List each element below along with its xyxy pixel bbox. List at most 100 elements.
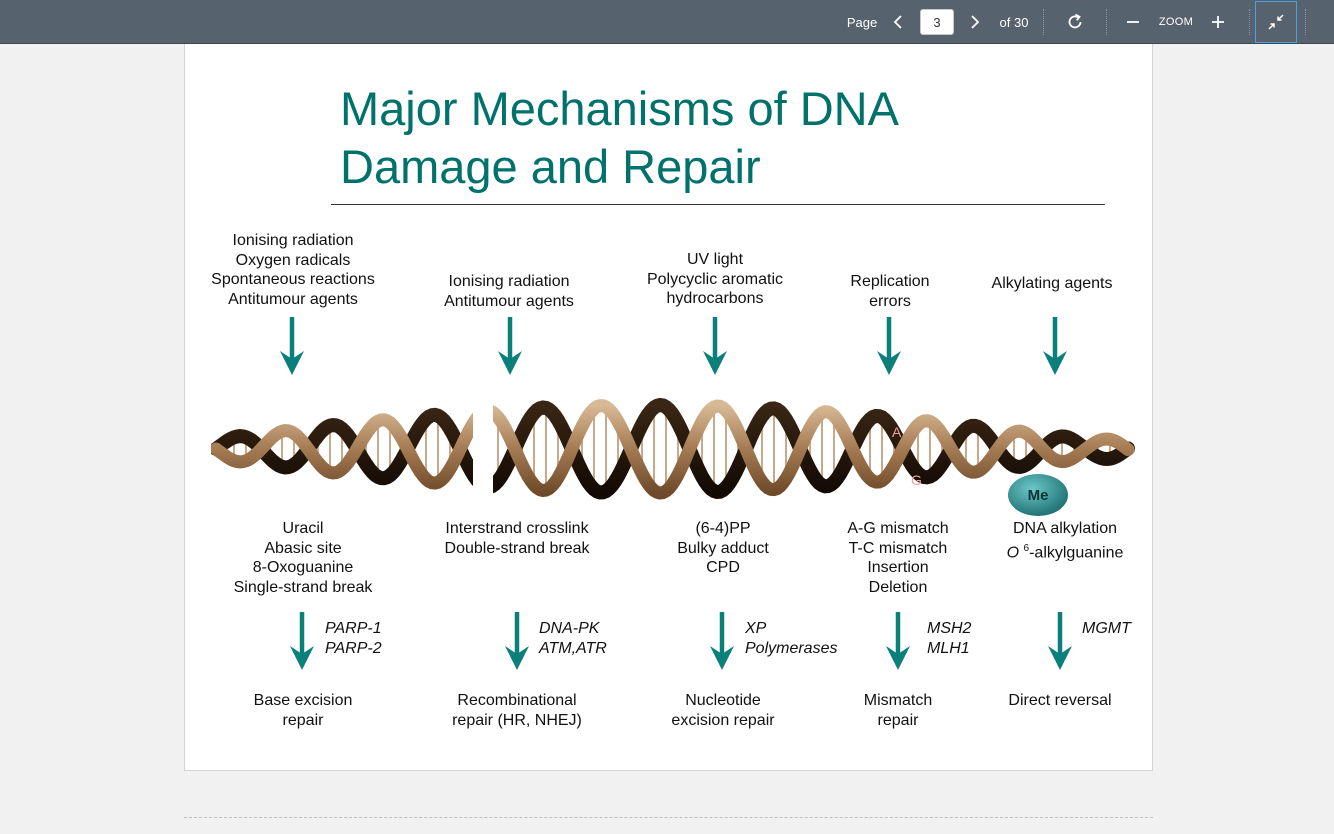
- agent-text: Ionising radiation: [232, 232, 354, 249]
- enzyme-text: Polymerases: [745, 639, 838, 657]
- agents-col-4: Replication errors: [810, 272, 970, 311]
- strand-break-gap: [473, 379, 493, 529]
- pathway-text: Mismatch: [863, 692, 933, 709]
- lesion-text: Single-strand break: [233, 578, 373, 596]
- agent-text: errors: [869, 292, 911, 310]
- base-label-a: A: [892, 424, 902, 440]
- lesion-text: Abasic site: [264, 539, 342, 557]
- pathway-text: repair: [877, 711, 919, 729]
- arrow-down-icon: [505, 612, 529, 670]
- lesion-text: 8-Oxoguanine: [252, 559, 354, 576]
- agents-col-3: UV light Polycyclic aromatic hydrocarbon…: [615, 250, 815, 309]
- enzymes-col-5: MGMT: [1082, 619, 1131, 639]
- slide-title-line-2: Damage and Repair: [340, 140, 761, 193]
- lesion-text: T-C mismatch: [848, 539, 948, 557]
- agent-text: Alkylating agents: [991, 275, 1113, 292]
- pathway-col-3: Nucleotide excision repair: [623, 691, 823, 730]
- agents-col-2: Ionising radiation Antitumour agents: [409, 272, 609, 311]
- pathway-col-2: Recombinational repair (HR, NHEJ): [417, 691, 617, 730]
- enzymes-col-4: MSH2 MLH1: [927, 619, 971, 658]
- page-total: of 30: [999, 14, 1029, 30]
- previous-page-button[interactable]: [887, 0, 909, 44]
- agent-text: Antitumour agents: [228, 290, 358, 308]
- document-page: Major Mechanisms of DNA Damage and Repai…: [184, 44, 1153, 771]
- arrow-down-icon: [886, 612, 910, 670]
- lesion-text: (6-4)PP: [695, 520, 751, 537]
- arrow-down-icon: [290, 612, 314, 670]
- pathway-text: excision repair: [671, 711, 775, 729]
- lesion-text: Interstrand crosslink: [445, 520, 589, 537]
- agent-text: Replication: [850, 273, 930, 290]
- lesion-text: Deletion: [868, 578, 928, 596]
- lesion-text: Double-strand break: [444, 539, 590, 557]
- arrow-down-icon: [710, 612, 734, 670]
- page-label: Page: [846, 14, 878, 30]
- lesions-col-1: Uracil Abasic site 8-Oxoguanine Single-s…: [203, 519, 403, 597]
- next-page-button[interactable]: [964, 0, 986, 44]
- slide-title-line-1: Major Mechanisms of DNA: [340, 82, 899, 135]
- lesion-text: A-G mismatch: [847, 520, 949, 537]
- enzymes-col-1: PARP-1 PARP-2: [325, 619, 382, 658]
- zoom-out-button[interactable]: [1122, 0, 1144, 44]
- arrow-down-icon: [877, 317, 901, 375]
- pathway-text: repair (HR, NHEJ): [452, 711, 582, 729]
- viewer-toolbar: Page of 30 ZOOM: [0, 0, 1334, 44]
- agent-text: Ionising radiation: [448, 273, 570, 290]
- agent-text: hydrocarbons: [666, 290, 764, 307]
- lesions-col-5: DNA alkylation O 6-alkylguanine: [980, 519, 1150, 562]
- exit-fullscreen-icon: [1268, 14, 1284, 30]
- page-number-input[interactable]: [920, 9, 954, 35]
- minus-icon: [1127, 21, 1139, 23]
- lesion-text: DNA alkylation: [1012, 520, 1118, 537]
- lesion-text-o6: -alkylguanine: [1029, 543, 1124, 561]
- enzyme-text: MLH1: [927, 639, 970, 657]
- enzymes-col-3: XP Polymerases: [745, 619, 837, 658]
- toolbar-divider: [1043, 9, 1044, 35]
- lesion-text: Bulky adduct: [677, 539, 769, 557]
- lesions-col-2: Interstrand crosslink Double-strand brea…: [417, 519, 617, 558]
- toolbar-divider: [1249, 9, 1250, 35]
- enzyme-text: PARP-1: [325, 620, 382, 637]
- exit-fullscreen-button[interactable]: [1255, 1, 1297, 43]
- enzyme-text: PARP-2: [325, 639, 382, 657]
- zoom-label: ZOOM: [1158, 16, 1194, 28]
- arrow-down-icon: [1048, 612, 1072, 670]
- arrow-down-icon: [703, 317, 727, 375]
- methyl-label: Me: [1028, 487, 1049, 504]
- dna-helix-illustration: A G Me: [211, 379, 1135, 529]
- pathway-text: Base excision: [253, 692, 353, 709]
- arrow-down-icon: [1043, 317, 1067, 375]
- pathway-col-4: Mismatch repair: [818, 691, 978, 730]
- enzyme-text: XP: [745, 620, 767, 637]
- slide-title: Major Mechanisms of DNA Damage and Repai…: [340, 80, 1040, 196]
- arrow-down-icon: [280, 317, 304, 375]
- chevron-right-icon: [971, 15, 980, 29]
- agent-text: Antitumour agents: [444, 292, 574, 310]
- agent-text: Polycyclic aromatic: [646, 270, 784, 288]
- pathway-col-5: Direct reversal: [980, 691, 1140, 711]
- chevron-left-icon: [893, 15, 902, 29]
- base-label-g: G: [911, 472, 922, 488]
- pathway-text: Recombinational: [457, 692, 577, 709]
- zoom-in-button[interactable]: [1207, 0, 1229, 44]
- pathway-text: Direct reversal: [1008, 692, 1112, 709]
- agent-text: UV light: [686, 251, 744, 268]
- enzyme-text: MSH2: [927, 620, 972, 637]
- lesions-col-3: (6-4)PP Bulky adduct CPD: [623, 519, 823, 578]
- pathway-text: Nucleotide: [685, 692, 761, 709]
- o6-prefix: O: [1006, 543, 1020, 561]
- rotate-button[interactable]: [1062, 0, 1088, 44]
- arrow-down-icon: [498, 317, 522, 375]
- pathway-col-1: Base excision repair: [203, 691, 403, 730]
- agents-col-1: Ionising radiation Oxygen radicals Spont…: [193, 231, 393, 309]
- enzyme-text: ATM,ATR: [539, 639, 607, 657]
- enzyme-text: MGMT: [1082, 620, 1131, 637]
- lesion-text: Uracil: [282, 520, 324, 537]
- lesion-text: O 6-alkylguanine: [980, 539, 1150, 563]
- toolbar-divider: [1305, 9, 1306, 35]
- lesions-col-4: A-G mismatch T-C mismatch Insertion Dele…: [818, 519, 978, 597]
- title-underline: [331, 204, 1105, 205]
- pathway-text: repair: [282, 711, 324, 729]
- agent-text: Spontaneous reactions: [211, 271, 375, 288]
- lesion-text: CPD: [706, 559, 740, 576]
